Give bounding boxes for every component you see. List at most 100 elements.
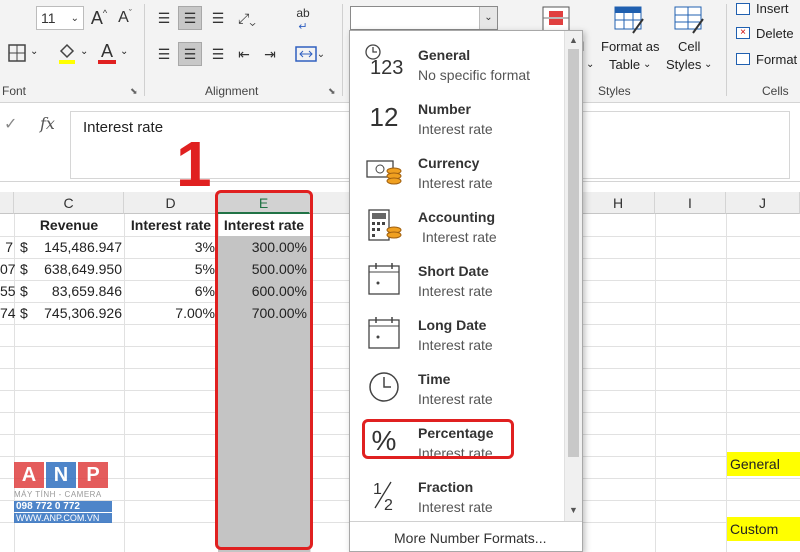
font-size-dropdown[interactable]: 11 ⌄ (36, 6, 84, 30)
align-bottom-button[interactable]: ☰ (206, 6, 230, 30)
cell-j-custom[interactable]: Custom (727, 517, 800, 541)
format-sample: Interest rate (418, 391, 493, 407)
align-center-button[interactable]: ☰ (178, 42, 202, 66)
checkmark-icon[interactable]: ✓ (4, 114, 17, 134)
format-icon[interactable] (736, 53, 750, 65)
format-option-time[interactable]: Time Interest rate (350, 359, 564, 413)
format-sample: Interest rate (418, 175, 493, 191)
number-format-menu: 123 General No specific format 12 Number… (349, 30, 583, 552)
cell-d-value[interactable]: 3% (124, 237, 215, 258)
cell-b-tail[interactable]: 74 (0, 303, 16, 324)
align-middle-button[interactable]: ☰ (178, 6, 202, 30)
format-as-table-label-2[interactable]: Table (609, 56, 640, 73)
cell-d-header[interactable]: Interest rate (124, 215, 218, 236)
decrease-indent-button[interactable]: ⇤ (232, 42, 256, 66)
cell-d-value[interactable]: 7.00% (124, 303, 215, 324)
cell-c-header[interactable]: Revenue (14, 215, 124, 236)
cell-j-general[interactable]: General (727, 452, 800, 476)
format-button[interactable]: Format (756, 51, 797, 68)
dialog-launcher-icon[interactable]: ⬊ (328, 86, 336, 97)
format-as-table-icon (614, 6, 644, 34)
more-number-formats-link[interactable]: More Number Formats... (394, 530, 546, 546)
cells-group-label: Cells (762, 84, 789, 98)
dialog-launcher-icon[interactable]: ⬊ (130, 86, 138, 97)
increase-indent-button[interactable]: ⇥ (258, 42, 282, 66)
format-as-table-icon-wrap[interactable] (612, 4, 646, 36)
svg-text:2: 2 (384, 497, 393, 512)
chevron-down-icon[interactable]: ⌄ (643, 56, 651, 73)
watermark-phone: 098 772 0 772 (14, 501, 112, 512)
cell-c-value[interactable]: 145,486.947 (14, 237, 122, 258)
chevron-down-icon[interactable]: ⌄ (704, 56, 712, 73)
fill-color-button[interactable] (56, 40, 78, 66)
cell-d-value[interactable]: 6% (124, 281, 215, 302)
orientation-button[interactable]: ⤢⌄ (232, 6, 262, 30)
format-name: Currency (418, 155, 480, 171)
number-format-dropdown[interactable]: ⌄ (350, 6, 498, 30)
column-header-h[interactable]: H (582, 192, 655, 214)
column-header-c[interactable]: C (14, 192, 124, 214)
format-name: Long Date (418, 317, 487, 333)
scroll-up-icon[interactable]: ▲ (569, 35, 578, 45)
format-name: Fraction (418, 479, 474, 495)
scroll-thumb[interactable] (568, 49, 579, 457)
delete-button[interactable]: Delete (756, 25, 794, 42)
format-as-table-label-1[interactable]: Format as (601, 38, 660, 55)
delete-icon[interactable]: × (736, 27, 750, 39)
align-right-button[interactable]: ☰ (206, 42, 230, 66)
align-middle-icon: ☰ (183, 9, 197, 26)
shrink-font-button[interactable]: Aˇ (114, 6, 136, 30)
cell-styles-label-2[interactable]: Styles (666, 56, 701, 73)
format-sample: Interest rate (418, 283, 493, 299)
insert-icon[interactable] (736, 3, 750, 15)
column-header-j[interactable]: J (726, 192, 800, 214)
column-e-highlight-outline (215, 190, 313, 550)
chevron-down-icon[interactable]: ⌄ (30, 46, 38, 57)
cell-c-value[interactable]: 745,306.926 (14, 303, 122, 324)
chevron-down-icon[interactable]: ⌄ (120, 46, 128, 57)
format-option-short-date[interactable]: Short Date Interest rate (350, 251, 564, 305)
font-color-button[interactable]: A (96, 40, 118, 66)
decrease-indent-icon: ⇤ (238, 45, 250, 62)
scroll-down-icon[interactable]: ▼ (569, 505, 578, 515)
cell-c-value[interactable]: 83,659.846 (14, 281, 122, 302)
font-color-swatch (98, 60, 116, 64)
increase-indent-icon: ⇥ (264, 45, 276, 62)
cell-b-tail[interactable]: 07 (0, 259, 16, 280)
format-option-currency[interactable]: Currency Interest rate (350, 143, 564, 197)
wrap-text-button[interactable]: ab ↵ (290, 5, 316, 33)
cell-b-tail[interactable]: 55 (0, 281, 16, 302)
format-sample: Interest rate (418, 337, 493, 353)
format-option-long-date[interactable]: Long Date Interest rate (350, 305, 564, 359)
align-top-button[interactable]: ☰ (152, 6, 176, 30)
wrap-text-icon: ab (296, 5, 310, 20)
cell-c-value[interactable]: 638,649.950 (14, 259, 122, 280)
step-1-marker: 1 (176, 128, 212, 200)
cell-styles-icon-wrap[interactable] (672, 4, 706, 36)
merge-center-button[interactable]: ⌄ (290, 42, 330, 66)
borders-button[interactable] (6, 42, 28, 64)
cell-b-tail[interactable]: 7 (0, 237, 13, 258)
dropdown-arrow-button[interactable]: ⌄ (479, 7, 497, 29)
chevron-down-icon[interactable]: ⌄ (586, 56, 594, 73)
logo-letter-n: N (46, 462, 76, 488)
cell-d-value[interactable]: 5% (124, 259, 215, 280)
column-header-i[interactable]: I (655, 192, 726, 214)
chevron-down-icon[interactable]: ⌄ (80, 46, 88, 57)
watermark-url: WWW.ANP.COM.VN (14, 513, 112, 523)
grow-font-button[interactable]: A ^ (88, 6, 110, 30)
format-option-number[interactable]: 12 Number Interest rate (350, 89, 564, 143)
cell-styles-label-1[interactable]: Cell (678, 38, 700, 55)
calendar-icon (360, 259, 408, 299)
format-name: Time (418, 371, 451, 387)
insert-button[interactable]: Insert (756, 0, 789, 17)
watermark-tagline: MÁY TÍNH - CAMERA (14, 490, 102, 499)
format-option-fraction[interactable]: 12 Fraction Interest rate (350, 467, 564, 521)
column-header-b[interactable] (0, 192, 14, 214)
format-option-general[interactable]: 123 General No specific format (350, 35, 564, 89)
insert-function-button[interactable]: fx (40, 114, 55, 133)
menu-scrollbar[interactable]: ▲ ▼ (564, 31, 582, 521)
font-size-value: 11 (41, 10, 56, 26)
format-option-accounting[interactable]: Accounting Interest rate (350, 197, 564, 251)
align-left-button[interactable]: ☰ (152, 42, 176, 66)
